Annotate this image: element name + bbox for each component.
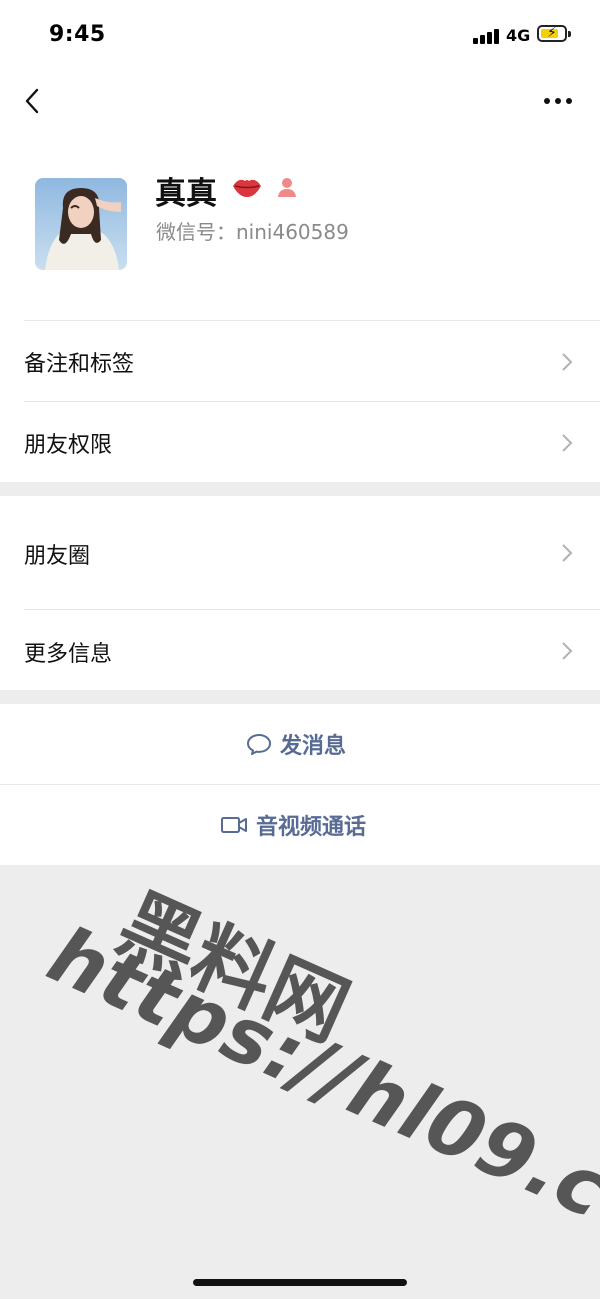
network-label: 4G — [506, 26, 531, 45]
video-call-label: 音视频通话 — [256, 815, 367, 840]
section-gap — [0, 690, 600, 704]
video-call-button[interactable]: 音视频通话 — [0, 785, 600, 865]
wechat-id: 微信号：nini460589 — [156, 220, 349, 244]
menu-item-friend-permissions[interactable]: 朋友权限 — [0, 402, 600, 482]
send-message-button[interactable]: 发消息 — [0, 704, 600, 784]
chat-bubble-icon — [247, 734, 271, 755]
chevron-right-icon — [561, 352, 573, 372]
section-gap — [0, 482, 600, 496]
menu-item-label: 朋友圈 — [24, 544, 91, 569]
more-options-icon[interactable] — [541, 90, 575, 112]
chevron-right-icon — [561, 543, 573, 563]
back-icon[interactable] — [22, 88, 48, 114]
battery-cap — [568, 31, 571, 37]
person-icon — [276, 176, 298, 198]
signal-icon — [473, 28, 501, 44]
menu-item-more-info[interactable]: 更多信息 — [0, 610, 600, 690]
contact-name: 真真 — [155, 176, 217, 212]
menu-item-label: 备注和标签 — [24, 352, 135, 377]
send-message-label: 发消息 — [280, 734, 347, 759]
menu-item-label: 朋友权限 — [24, 433, 113, 458]
menu-item-remark-tags[interactable]: 备注和标签 — [0, 321, 600, 401]
menu-item-label: 更多信息 — [24, 642, 113, 667]
chevron-right-icon — [561, 641, 573, 661]
video-camera-icon — [221, 817, 247, 833]
status-time: 9:45 — [49, 22, 106, 47]
chevron-right-icon — [561, 433, 573, 453]
menu-item-moments[interactable]: 朋友圈 — [0, 496, 600, 609]
avatar[interactable] — [35, 178, 127, 270]
home-indicator[interactable] — [193, 1279, 407, 1286]
lips-icon — [231, 174, 263, 200]
battery-icon: ⚡ — [537, 25, 567, 42]
